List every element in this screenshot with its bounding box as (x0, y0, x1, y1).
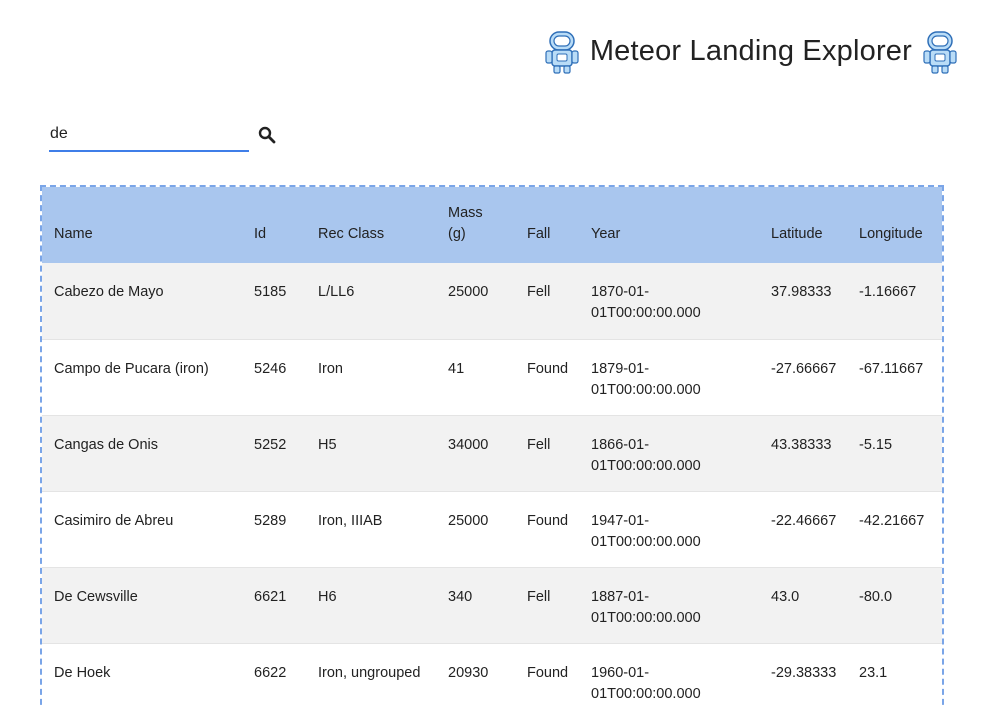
astronaut-robot-icon (923, 31, 957, 74)
cell-fall: Found (527, 360, 569, 377)
cell-rec-class: Iron, IIIAB (318, 512, 383, 529)
cell-id: 6621 (254, 588, 287, 605)
column-header-mass[interactable]: Mass (g) (436, 187, 515, 263)
astronaut-robot-icon (545, 31, 579, 74)
app-title: Meteor Landing Explorer (589, 34, 912, 67)
table-row[interactable]: Casimiro de Abreu 5289 Iron, IIIAB 25000… (42, 491, 942, 567)
app-header: Meteor Landing Explorer (544, 28, 958, 74)
column-header-longitude[interactable]: Longitude (847, 187, 942, 263)
cell-year: 1887-01-01T00:00:00.000 (579, 567, 759, 643)
cell-rec-class: Iron, ungrouped (318, 664, 421, 681)
cell-longitude: -67.11667 (859, 360, 924, 377)
cell-fall: Found (527, 664, 569, 681)
table-row[interactable]: Campo de Pucara (iron) 5246 Iron 41 Foun… (42, 339, 942, 415)
cell-name: Cangas de Onis (54, 436, 158, 453)
cell-rec-class: L/LL6 (318, 284, 355, 300)
table-row[interactable]: De Hoek 6622 Iron, ungrouped 20930 Found… (42, 643, 942, 705)
cell-latitude: 43.0 (771, 588, 800, 605)
search-input[interactable] (49, 118, 249, 152)
column-header-name[interactable]: Name (42, 187, 242, 263)
cell-name: Casimiro de Abreu (54, 512, 174, 529)
search-bar (49, 118, 277, 152)
table-body: Cabezo de Mayo 5185 L/LL6 25000 Fell 187… (42, 263, 942, 705)
cell-rec-class: Iron (318, 360, 343, 377)
cell-id: 5246 (254, 360, 287, 377)
column-header-fall[interactable]: Fall (515, 187, 579, 263)
cell-id: 6622 (254, 664, 287, 681)
search-button[interactable] (257, 126, 277, 146)
cell-year-text: 1887-01-01T00:00:00.000 (591, 588, 701, 626)
cell-year: 1866-01-01T00:00:00.000 (579, 415, 759, 491)
cell-name: Cabezo de Mayo (54, 284, 164, 300)
cell-mass: 340 (448, 588, 473, 605)
cell-mass: 34000 (448, 436, 489, 453)
cell-longitude: -5.15 (859, 436, 893, 453)
cell-fall: Found (527, 512, 569, 529)
meteor-table: Name Id Rec Class Mass (g) Fall Year Lat… (42, 187, 942, 705)
cell-longitude: -1.16667 (859, 284, 917, 300)
column-header-latitude[interactable]: Latitude (759, 187, 847, 263)
cell-year: 1960-01-01T00:00:00.000 (579, 643, 759, 705)
cell-rec-class: H5 (318, 436, 337, 453)
cell-longitude: -80.0 (859, 588, 893, 605)
column-header-rec-class[interactable]: Rec Class (306, 187, 436, 263)
cell-fall: Fell (527, 588, 551, 605)
cell-year: 1870-01-01T00:00:00.000 (579, 263, 759, 339)
table-row[interactable]: Cabezo de Mayo 5185 L/LL6 25000 Fell 187… (42, 263, 942, 339)
cell-mass: 41 (448, 360, 465, 377)
cell-longitude: -42.21667 (859, 512, 925, 529)
cell-mass: 25000 (448, 512, 489, 529)
table-row[interactable]: De Cewsville 6621 H6 340 Fell 1887-01-01… (42, 567, 942, 643)
cell-year: 1947-01-01T00:00:00.000 (579, 491, 759, 567)
cell-latitude: -22.46667 (771, 512, 837, 529)
cell-latitude: -27.66667 (771, 360, 837, 377)
cell-mass: 20930 (448, 664, 489, 681)
column-header-id[interactable]: Id (242, 187, 306, 263)
cell-id: 5289 (254, 512, 287, 529)
meteor-table-container: Name Id Rec Class Mass (g) Fall Year Lat… (40, 185, 944, 705)
cell-fall: Fell (527, 284, 551, 300)
cell-name: De Hoek (54, 664, 111, 681)
cell-id: 5185 (254, 284, 287, 300)
page: Meteor Landing Explorer de Name Id Rec C… (0, 0, 986, 705)
cell-rec-class: H6 (318, 588, 337, 605)
cell-id: 5252 (254, 436, 287, 453)
cell-year-text: 1947-01-01T00:00:00.000 (591, 512, 701, 550)
cell-year: 1879-01-01T00:00:00.000 (579, 339, 759, 415)
cell-name: De Cewsville (54, 588, 138, 605)
search-icon (258, 126, 276, 144)
table-row[interactable]: Cangas de Onis 5252 H5 34000 Fell 1866-0… (42, 415, 942, 491)
cell-fall: Fell (527, 436, 551, 453)
cell-year-text: 1870-01-01T00:00:00.000 (591, 284, 701, 321)
cell-year-text: 1879-01-01T00:00:00.000 (591, 360, 701, 398)
cell-latitude: -29.38333 (771, 664, 837, 681)
cell-name: Campo de Pucara (iron) (54, 360, 209, 377)
column-header-year[interactable]: Year (579, 187, 759, 263)
cell-longitude: 23.1 (859, 664, 888, 681)
cell-year-text: 1866-01-01T00:00:00.000 (591, 436, 701, 474)
cell-year-text: 1960-01-01T00:00:00.000 (591, 664, 701, 702)
cell-mass: 25000 (448, 284, 489, 300)
table-header: Name Id Rec Class Mass (g) Fall Year Lat… (42, 187, 942, 263)
cell-latitude: 37.98333 (771, 284, 832, 300)
cell-latitude: 43.38333 (771, 436, 832, 453)
